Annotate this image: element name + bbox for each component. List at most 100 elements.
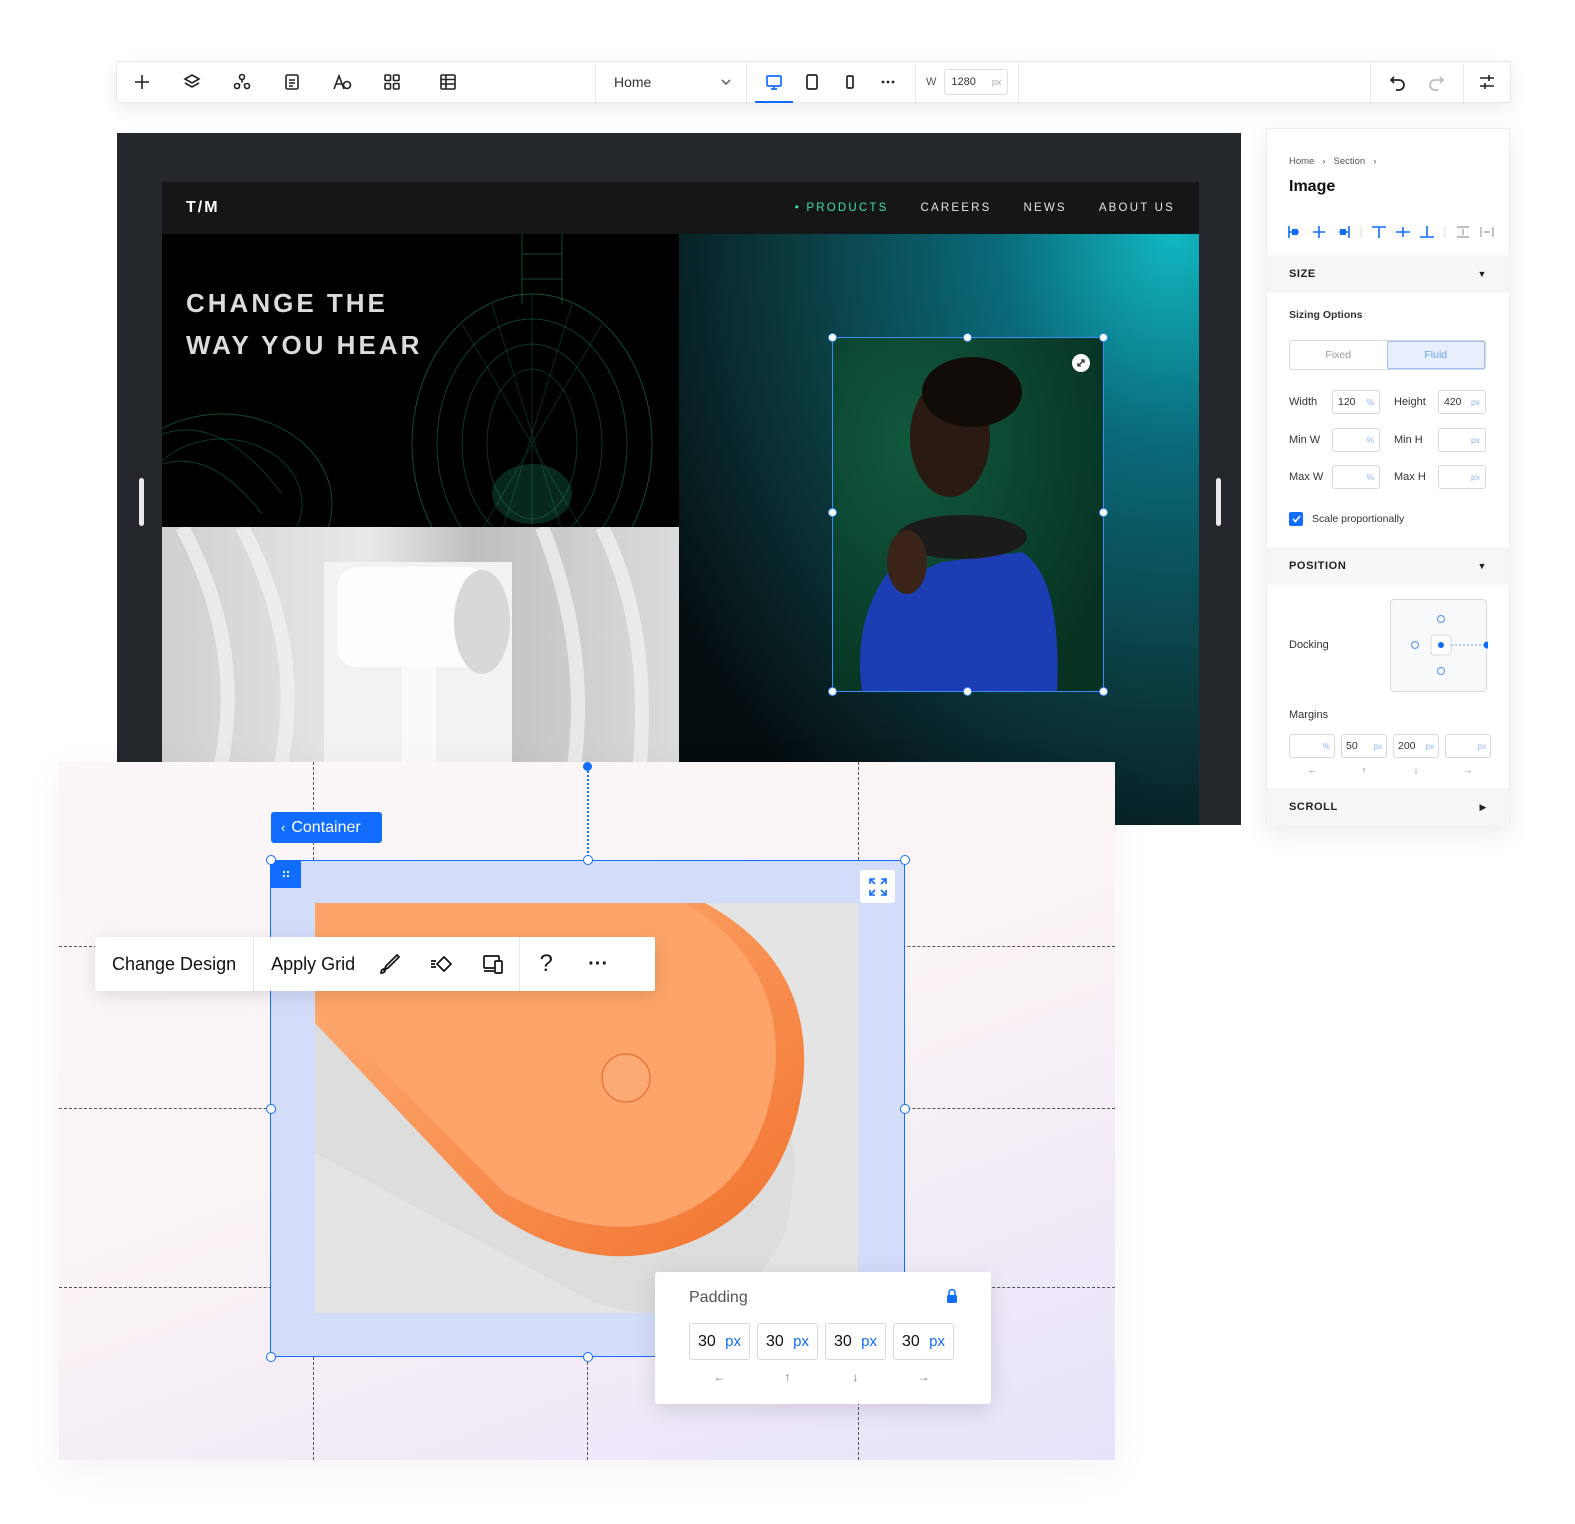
undo-button[interactable] xyxy=(1379,62,1417,102)
nav-item-careers[interactable]: CAREERS xyxy=(921,202,992,214)
container-tag-label: Container xyxy=(291,818,361,836)
mobile-icon xyxy=(846,75,854,89)
settings-button[interactable] xyxy=(1464,62,1510,102)
help-button[interactable]: ? xyxy=(520,937,572,991)
padding-left-input[interactable]: 30 px xyxy=(689,1323,750,1360)
animation-icon xyxy=(431,955,453,973)
hero-headline-line1: CHANGE THE xyxy=(186,288,388,318)
margin-right-input[interactable]: px xyxy=(1445,734,1491,758)
arrow-up-icon: ↑ xyxy=(784,1370,791,1384)
docking-control[interactable] xyxy=(1390,599,1491,692)
responsive-button[interactable] xyxy=(467,937,519,991)
align-middle-icon[interactable] xyxy=(1395,225,1411,239)
image-stretch-button[interactable] xyxy=(1072,354,1090,372)
container-handle-bl[interactable] xyxy=(266,1352,276,1362)
container-handle-r[interactable] xyxy=(900,1104,910,1114)
align-center-h-icon[interactable] xyxy=(1311,225,1327,239)
components-button[interactable] xyxy=(217,62,267,102)
resize-handle-l[interactable] xyxy=(828,508,837,517)
width-input[interactable]: 1280 px xyxy=(944,69,1009,95)
container-handle-b[interactable] xyxy=(583,1352,593,1362)
resize-handle-br[interactable] xyxy=(1099,687,1108,696)
hero-wireframe-image[interactable]: CHANGE THE WAY YOU HEAR xyxy=(162,234,679,527)
right-resize-handle[interactable] xyxy=(1216,478,1221,526)
animation-button[interactable] xyxy=(415,937,467,991)
pages-button[interactable] xyxy=(267,62,317,102)
design-brush-button[interactable] xyxy=(363,937,415,991)
resize-handle-bl[interactable] xyxy=(828,687,837,696)
size-section-header[interactable]: SIZE ▼ xyxy=(1267,255,1509,293)
width-field: W 1280 px xyxy=(916,62,1020,102)
typography-button[interactable] xyxy=(317,62,367,102)
height-input[interactable]: 420 px xyxy=(1438,390,1486,414)
padding-label: Padding xyxy=(689,1289,748,1306)
table-button[interactable] xyxy=(417,62,479,102)
nav-label-products: PRODUCTS xyxy=(806,202,889,214)
resize-handle-r[interactable] xyxy=(1099,508,1108,517)
max-h-input[interactable]: px xyxy=(1438,465,1486,489)
scroll-section-header[interactable]: SCROLL ▶ xyxy=(1267,788,1509,826)
sizing-fixed-option[interactable]: Fixed xyxy=(1290,341,1387,369)
sizing-fluid-option[interactable]: Fluid xyxy=(1386,341,1485,369)
container-handle-l[interactable] xyxy=(266,1104,276,1114)
align-left-icon[interactable] xyxy=(1287,225,1303,239)
nav-item-products[interactable]: • PRODUCTS xyxy=(795,202,889,214)
padding-bottom-input[interactable]: 30 px xyxy=(825,1323,886,1360)
breadcrumb-section[interactable]: Section xyxy=(1334,156,1366,167)
nav-item-news[interactable]: NEWS xyxy=(1024,202,1067,214)
apply-grid-button[interactable]: Apply Grid xyxy=(254,937,363,991)
more-actions-button[interactable]: ··· xyxy=(572,937,624,991)
margin-top-input[interactable]: 50 px xyxy=(1341,734,1387,758)
min-w-input[interactable]: % xyxy=(1332,428,1380,452)
desktop-view-button[interactable] xyxy=(755,62,793,103)
align-right-icon[interactable] xyxy=(1335,225,1351,239)
height-label: Height xyxy=(1394,396,1426,408)
left-resize-handle[interactable] xyxy=(139,478,144,526)
width-input[interactable]: 120% xyxy=(1332,390,1380,414)
tablet-icon xyxy=(806,74,818,90)
scale-checkbox[interactable] xyxy=(1289,512,1303,526)
resize-handle-tr[interactable] xyxy=(1099,333,1108,342)
scale-proportionally-row[interactable]: Scale proportionally xyxy=(1289,512,1404,526)
mobile-view-button[interactable] xyxy=(831,62,869,102)
page-select-dropdown[interactable]: Home xyxy=(596,74,746,90)
max-w-label: Max W xyxy=(1289,471,1324,483)
breadcrumb-home[interactable]: Home xyxy=(1289,156,1314,167)
add-button[interactable] xyxy=(117,62,167,102)
max-w-input[interactable]: % xyxy=(1332,465,1380,489)
margin-bottom-unit: px xyxy=(1425,741,1434,751)
padding-right-input[interactable]: 30 px xyxy=(893,1323,954,1360)
lock-button[interactable] xyxy=(945,1288,959,1309)
padding-top-input[interactable]: 30 px xyxy=(757,1323,818,1360)
min-h-input[interactable]: px xyxy=(1438,428,1486,452)
max-w-unit: % xyxy=(1366,472,1374,482)
align-bottom-icon[interactable] xyxy=(1419,225,1435,239)
help-icon: ? xyxy=(539,950,553,977)
container-tag-button[interactable]: ‹ Container xyxy=(271,812,382,843)
redo-button[interactable] xyxy=(1417,62,1455,102)
more-devices-button[interactable] xyxy=(869,62,907,102)
margin-bottom-input[interactable]: 200 px xyxy=(1393,734,1439,758)
page-selector[interactable]: Home xyxy=(596,62,747,102)
distribute-horizontal-icon[interactable] xyxy=(1479,225,1495,239)
distribute-vertical-icon[interactable] xyxy=(1455,225,1471,239)
layers-button[interactable] xyxy=(167,62,217,102)
container-handle-tr[interactable] xyxy=(900,855,910,865)
position-section-header[interactable]: POSITION ▼ xyxy=(1267,547,1509,585)
container-handle-tl[interactable] xyxy=(266,855,276,865)
resize-handle-tl[interactable] xyxy=(828,333,837,342)
tablet-view-button[interactable] xyxy=(793,62,831,102)
resize-handle-b[interactable] xyxy=(963,687,972,696)
change-design-button[interactable]: Change Design xyxy=(95,937,253,991)
hero-headline[interactable]: CHANGE THE WAY YOU HEAR xyxy=(186,282,422,366)
sizing-options-label: Sizing Options xyxy=(1289,309,1363,321)
nav-item-about[interactable]: ABOUT US xyxy=(1099,202,1175,214)
drag-handle[interactable] xyxy=(270,860,301,888)
stretch-button[interactable] xyxy=(860,870,895,903)
site-logo[interactable]: T/M xyxy=(186,199,220,217)
align-top-icon[interactable] xyxy=(1371,225,1387,239)
resize-handle-t[interactable] xyxy=(963,333,972,342)
container-handle-t[interactable] xyxy=(583,855,593,865)
margin-left-input[interactable]: % xyxy=(1289,734,1335,758)
apps-button[interactable] xyxy=(367,62,417,102)
